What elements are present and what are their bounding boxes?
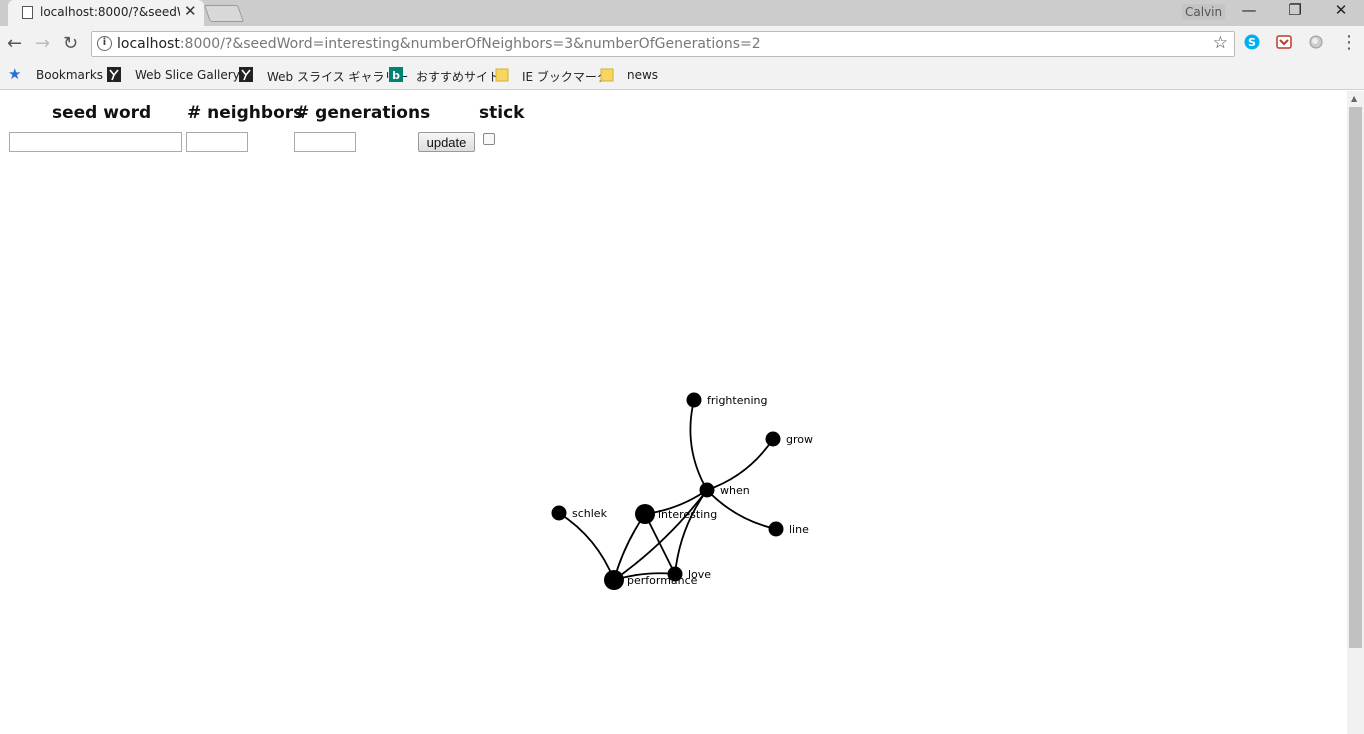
graph-node-frightening[interactable] [686,392,702,408]
graph-link [558,512,615,581]
folder-icon [600,68,614,82]
graph-node-label: schlek [572,507,608,520]
graph-link [689,399,708,491]
web-slice-icon [239,67,253,82]
back-icon[interactable]: ← [7,33,22,54]
folder-icon [495,68,509,82]
bookmark-item[interactable]: Web スライス ギャラリー [267,68,408,85]
page-content: seed word # neighbors # generations stic… [0,91,1347,734]
bookmarks-star-icon: ★ [8,65,22,83]
profile-button[interactable]: Calvin [1182,4,1226,20]
minimize-icon[interactable]: — [1226,1,1272,19]
graph-link [674,489,708,575]
graph-link [613,489,708,581]
graph-node-label: interesting [658,508,717,521]
svg-text:S: S [1248,36,1256,49]
graph-node-label: grow [786,433,813,446]
active-tab[interactable]: localhost:8000/?&seedWord=interesting&nu… [8,0,204,26]
graph-node-label: performance [627,574,698,587]
graph-node-label: line [789,523,809,536]
graph-node-label: when [720,484,750,497]
menu-icon[interactable]: ⋮ [1340,32,1358,53]
bookmarks-bar: ★ Bookmarks Web Slice Gallery Web スライス ギ… [0,62,1364,90]
scrollbar-thumb[interactable] [1349,107,1362,648]
graph-node-interesting[interactable] [635,504,655,524]
browser-toolbar: ← → ↻ i localhost:8000/?&seedWord=intere… [0,26,1364,62]
web-slice-icon [107,67,121,82]
scroll-up-icon[interactable]: ▲ [1351,94,1357,103]
tab-strip: localhost:8000/?&seedWord=interesting&nu… [0,0,1364,26]
graph-node-line[interactable] [768,521,784,537]
skype-icon[interactable]: S [1244,34,1260,50]
graph-link [644,513,676,575]
info-icon[interactable]: i [97,36,112,51]
bookmark-item[interactable]: IE ブックマーク [522,68,609,85]
svg-text:b: b [392,69,400,82]
graph-node-schlek[interactable] [551,505,567,521]
address-bar[interactable]: i localhost:8000/?&seedWord=interesting&… [91,31,1235,57]
graph-node-when[interactable] [699,482,715,498]
pocket-icon[interactable] [1276,34,1292,50]
extension-icon[interactable] [1308,34,1324,50]
bookmark-star-icon[interactable]: ☆ [1213,33,1228,53]
graph-node-performance[interactable] [604,570,624,590]
tab-title: localhost:8000/?&seedWord=interesting&nu… [40,5,180,19]
reload-icon[interactable]: ↻ [63,33,78,54]
window-close-icon[interactable]: ✕ [1318,1,1364,19]
graph-link [613,513,646,581]
graph-node-grow[interactable] [765,431,781,447]
page-icon [22,6,33,19]
graph-link [706,438,774,491]
url-text: localhost:8000/?&seedWord=interesting&nu… [117,36,761,52]
new-tab-button[interactable] [203,5,245,22]
bing-icon: b [389,67,403,82]
restore-icon[interactable]: ❐ [1272,1,1318,19]
vertical-scrollbar[interactable]: ▲ [1347,91,1364,734]
bookmark-item[interactable]: Bookmarks [36,68,103,82]
bookmark-item[interactable]: おすすめサイト [416,68,500,85]
word-graph[interactable]: frightening grow when schlek interesting line… [0,91,1347,734]
tab-close-icon[interactable]: ✕ [184,2,197,20]
bookmark-item[interactable]: Web Slice Gallery [135,68,240,82]
graph-node-label: frightening [707,394,767,407]
forward-icon[interactable]: → [35,33,50,54]
bookmark-item[interactable]: news [627,68,658,82]
